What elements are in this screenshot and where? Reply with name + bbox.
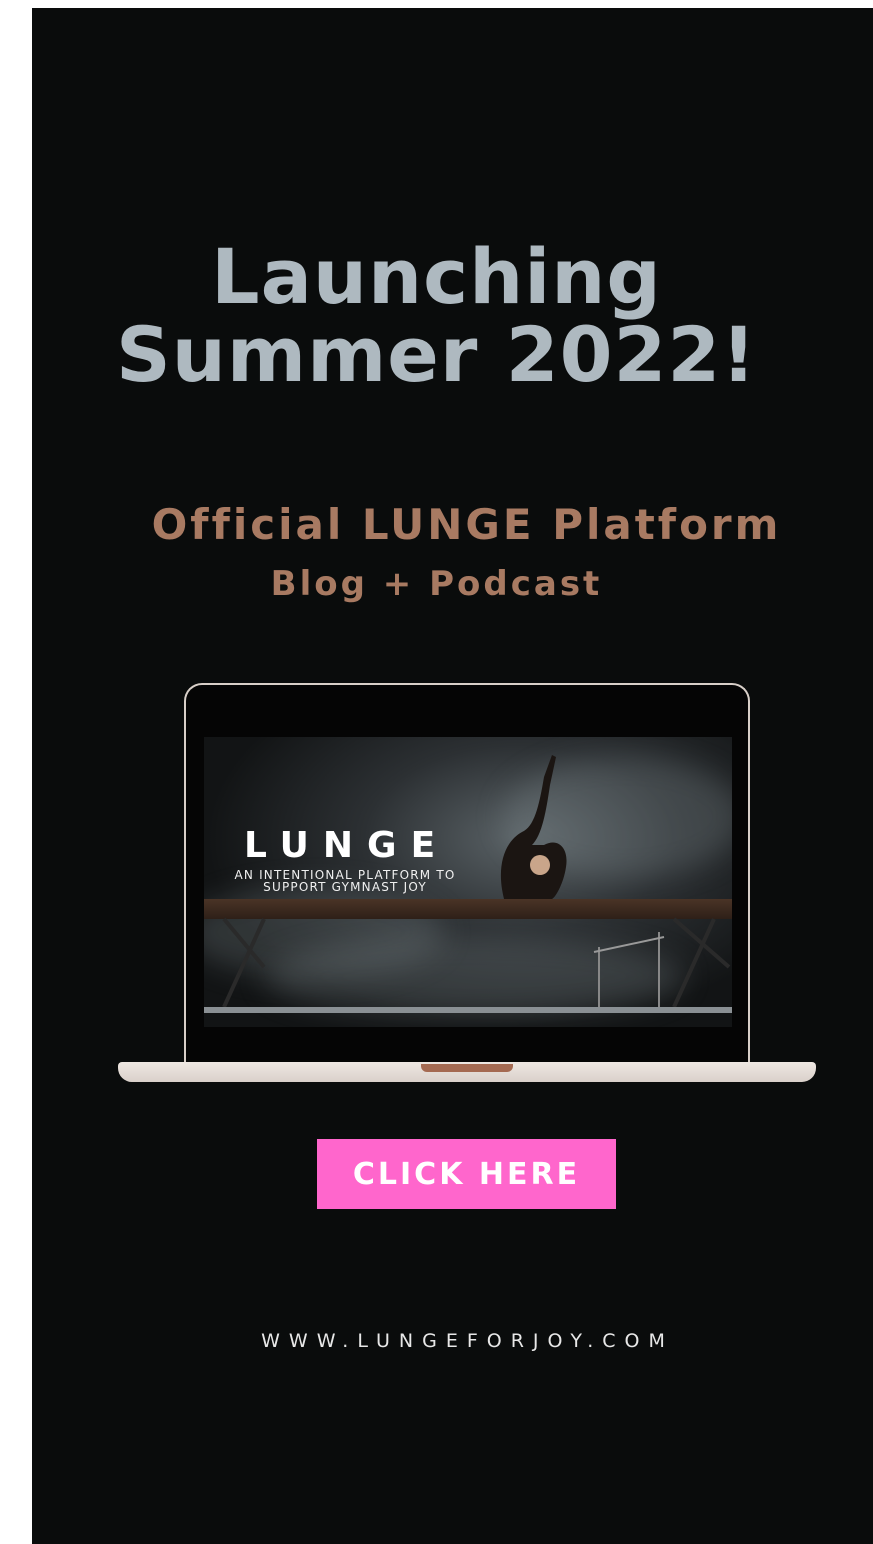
- tagline-line-2: SUPPORT GYMNAST JOY: [263, 880, 427, 894]
- click-here-button[interactable]: CLICK HERE: [317, 1139, 616, 1209]
- subtitle-platform: Official LUNGE Platform: [151, 500, 782, 549]
- laptop-screen: LUNGE AN INTENTIONAL PLATFORM TO SUPPORT…: [184, 683, 750, 1069]
- headline: Launching Summer 2022!: [0, 238, 873, 394]
- gymnast-hero-image: LUNGE AN INTENTIONAL PLATFORM TO SUPPORT…: [204, 737, 732, 1027]
- headline-line-2: Summer 2022!: [116, 310, 757, 399]
- page: Launching Summer 2022! Official LUNGE Pl…: [0, 0, 873, 1544]
- website-url[interactable]: WWW.LUNGEFORJOY.COM: [0, 1330, 873, 1352]
- laptop-notch: [421, 1064, 513, 1072]
- headline-line-1: Launching: [211, 232, 662, 321]
- lunge-screen-title: LUNGE: [244, 825, 450, 866]
- subtitle-blog-podcast: Blog + Podcast: [270, 564, 603, 604]
- lunge-screen-tagline: AN INTENTIONAL PLATFORM TO SUPPORT GYMNA…: [204, 869, 486, 893]
- gym-floor: [204, 1007, 732, 1013]
